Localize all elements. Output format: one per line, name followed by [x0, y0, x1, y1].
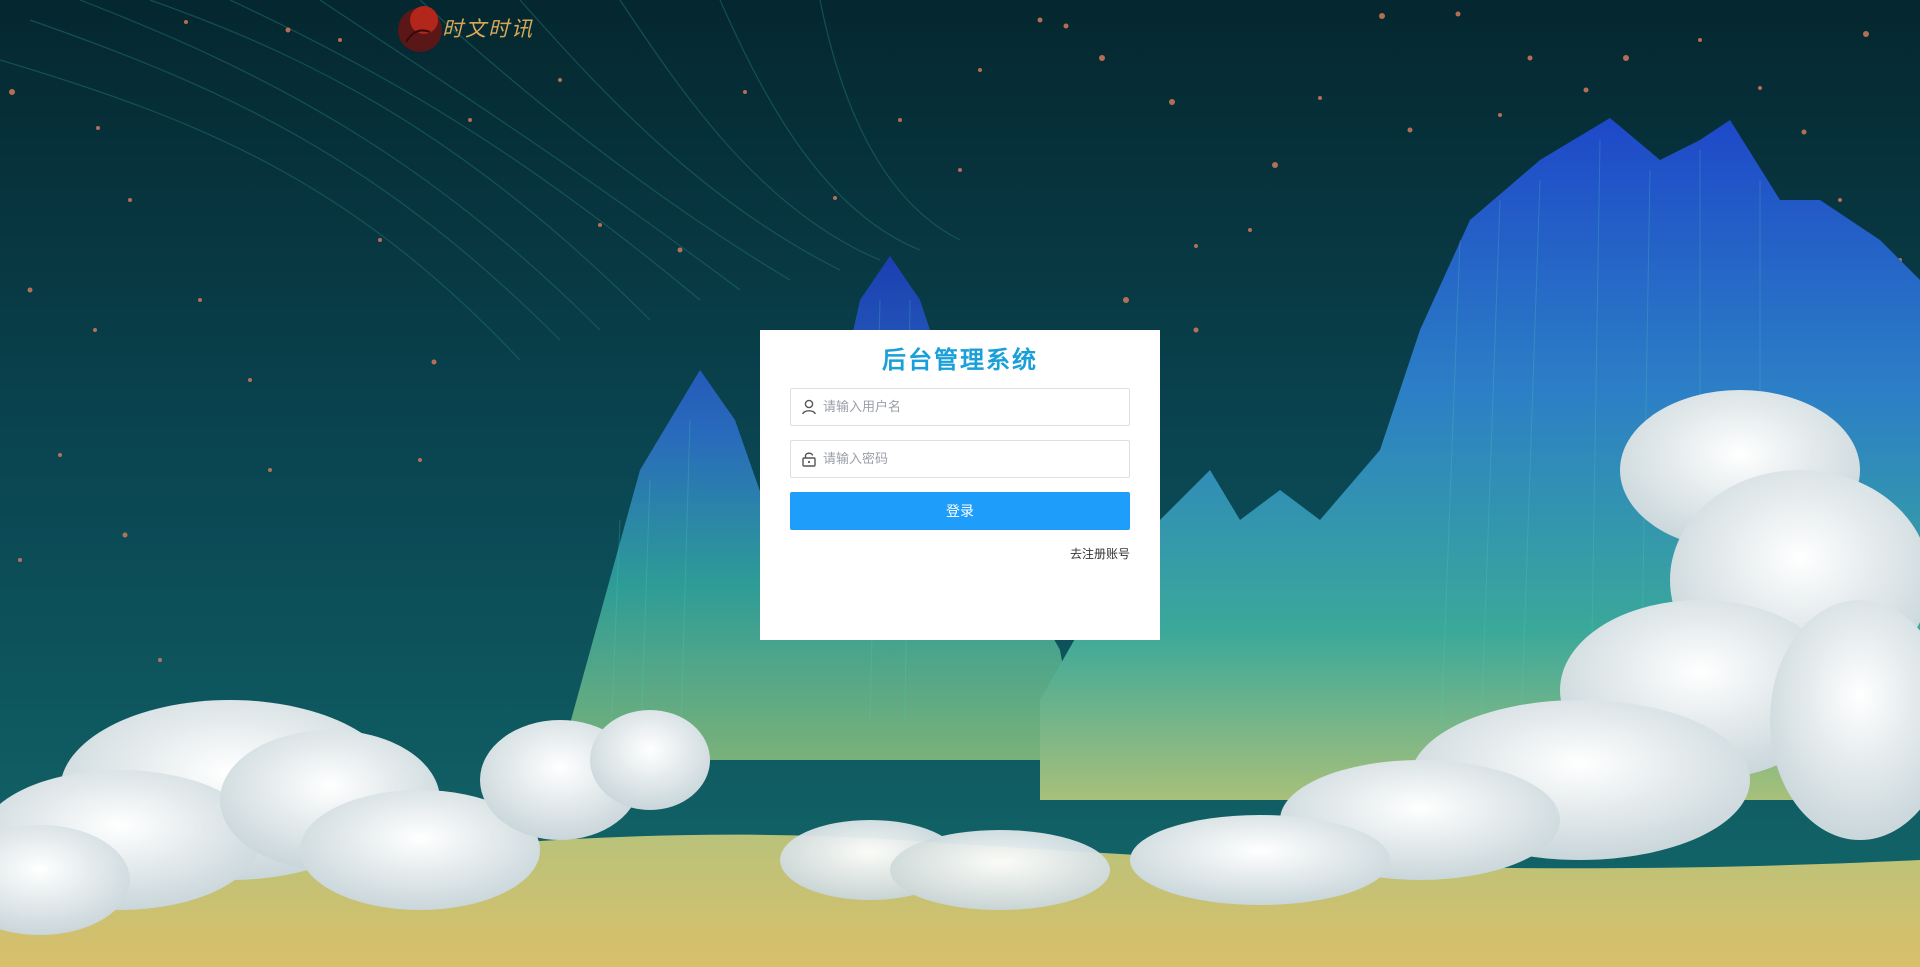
username-field	[790, 388, 1130, 426]
brand-logo: 时文时讯	[394, 0, 534, 56]
register-link[interactable]: 去注册账号	[790, 545, 1130, 562]
lock-icon	[802, 452, 816, 467]
login-button[interactable]: 登录	[790, 492, 1130, 530]
password-field	[790, 440, 1130, 478]
logo-mark-icon	[398, 6, 442, 52]
logo-text: 时文时讯	[442, 17, 534, 41]
username-input[interactable]	[823, 389, 1113, 425]
login-panel: 后台管理系统 登录 去注册账号	[760, 330, 1160, 640]
login-title: 后台管理系统	[882, 345, 1038, 374]
password-input[interactable]	[823, 441, 1113, 477]
user-icon	[802, 399, 816, 415]
login-page: 时文时讯 后台管理系统 登录 去注册账号	[0, 0, 1920, 967]
